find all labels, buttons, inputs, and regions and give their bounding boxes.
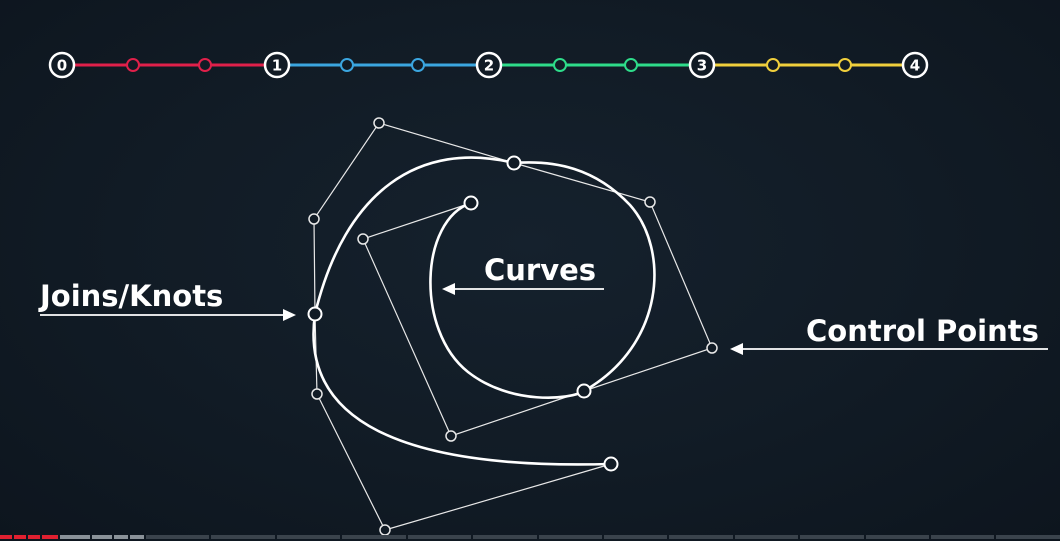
- joins-knots-annotation: Joins/Knots: [38, 279, 296, 321]
- progress-remaining-segment: [996, 535, 1060, 539]
- curve-knot: [463, 195, 479, 211]
- timeline-knot-4: 4: [901, 51, 929, 79]
- progress-remaining-segment: [865, 535, 930, 539]
- control-points-label: Control Points: [806, 314, 1039, 348]
- timeline-control-dot: [411, 58, 425, 72]
- progress-remaining-segment: [407, 535, 472, 539]
- curve-knot: [576, 383, 592, 399]
- curve-knot: [307, 306, 323, 322]
- progress-played-segment: [42, 535, 58, 539]
- progress-remaining-segment: [603, 535, 668, 539]
- timeline-knot-2: 2: [475, 51, 503, 79]
- control-points-arrow-head-icon: [730, 343, 743, 355]
- control-point: [357, 233, 369, 245]
- curves-arrow-head-icon: [442, 283, 455, 295]
- control-polygon: [313, 122, 713, 531]
- curve-knot: [603, 456, 619, 472]
- progress-remaining-segment: [800, 535, 864, 539]
- control-point: [373, 117, 385, 129]
- progress-buffered-segment: [130, 535, 144, 539]
- progress-played-segment: [28, 535, 40, 539]
- timeline-control-dot: [126, 58, 140, 72]
- progress-buffered-segment: [92, 535, 112, 539]
- timeline-control-dot: [766, 58, 780, 72]
- control-point: [311, 388, 323, 400]
- control-points-annotation: Control Points: [730, 314, 1048, 355]
- progress-remaining-segment: [276, 535, 341, 539]
- timeline-control-dot: [838, 58, 852, 72]
- control-point: [644, 196, 656, 208]
- timeline-control-dot: [198, 58, 212, 72]
- spline-curve: [312, 156, 656, 466]
- svg-text:2: 2: [484, 57, 494, 75]
- progress-remaining-segment: [211, 535, 275, 539]
- control-point: [445, 430, 457, 442]
- progress-remaining-segment: [342, 535, 406, 539]
- diagram-canvas: 0 1 2 3 4 Joins/Knots Curves Control Poi…: [0, 0, 1060, 541]
- timeline-control-dot: [553, 58, 567, 72]
- svg-text:0: 0: [57, 57, 67, 75]
- progress-remaining-segment: [931, 535, 995, 539]
- spline-diagram: 0 1 2 3 4 Joins/Knots Curves Control Poi…: [38, 51, 1048, 536]
- progress-remaining-segment: [538, 535, 602, 539]
- progress-remaining-segment: [734, 535, 799, 539]
- progress-buffered-segment: [114, 535, 128, 539]
- joins-knots-label: Joins/Knots: [38, 279, 223, 313]
- svg-text:4: 4: [910, 57, 920, 75]
- svg-text:3: 3: [697, 57, 707, 75]
- progress-played-segment: [14, 535, 26, 539]
- control-point: [379, 524, 391, 536]
- video-progress-bar[interactable]: [0, 535, 1060, 541]
- control-point: [706, 342, 718, 354]
- timeline-knot-3: 3: [688, 51, 716, 79]
- timeline-control-dot: [340, 58, 354, 72]
- curves-label: Curves: [484, 253, 596, 287]
- progress-buffered-segment: [60, 535, 90, 539]
- timeline-knot-0: 0: [48, 51, 76, 79]
- progress-remaining-segment: [669, 535, 733, 539]
- joins-arrow-head-icon: [283, 309, 296, 321]
- knot-timeline: 0 1 2 3 4: [48, 51, 929, 79]
- progress-remaining-segment: [473, 535, 537, 539]
- curve-knot: [506, 155, 522, 171]
- control-point: [308, 213, 320, 225]
- progress-remaining-segment: [146, 535, 210, 539]
- progress-played-segment: [0, 535, 12, 539]
- curves-annotation: Curves: [442, 253, 604, 295]
- timeline-knot-1: 1: [263, 51, 291, 79]
- timeline-control-dot: [624, 58, 638, 72]
- svg-text:1: 1: [272, 57, 282, 75]
